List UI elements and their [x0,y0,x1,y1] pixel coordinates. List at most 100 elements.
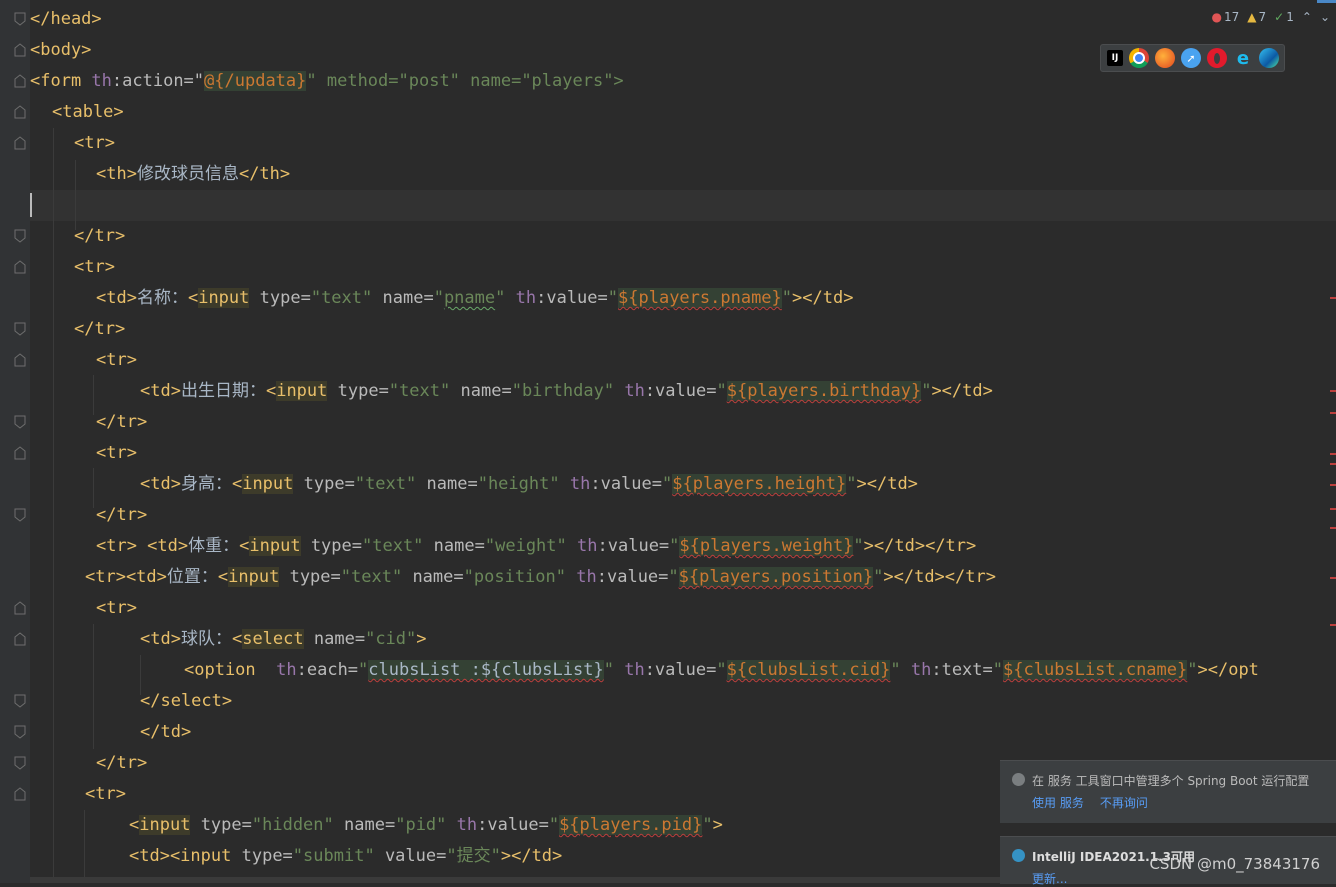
code-token: pid [405,815,437,835]
fold-icon[interactable] [14,694,26,708]
chevron-down-icon[interactable]: ⌄ [1320,10,1330,24]
internet-explorer-icon[interactable]: e [1233,48,1253,69]
code-line[interactable]: </td> [140,717,191,748]
intellij-icon[interactable]: IJ [1107,50,1123,66]
code-line[interactable]: <td>名称：<input type="text" name="pname" t… [96,283,853,314]
fold-icon[interactable] [14,136,26,150]
code-line[interactable]: <body> [30,35,91,66]
fold-icon[interactable] [14,43,26,57]
code-line[interactable]: <tr> <td>体重：<input type="text" name="wei… [96,531,976,562]
notification-spring-boot[interactable]: 在 服务 工具窗口中管理多个 Spring Boot 运行配置 使用 服务 不再询… [1000,760,1336,823]
code-token: </select> [140,691,233,711]
code-line[interactable]: <td>身高：<input type="text" name="height" … [140,469,918,500]
code-line[interactable]: <th>修改球员信息</th> [96,159,290,190]
code-line[interactable]: <table> [52,97,124,128]
chevron-up-icon[interactable]: ⌃ [1302,10,1312,24]
code-token: </th> [238,164,291,184]
code-token: <tr> [96,350,137,370]
code-token: </tr> [74,319,126,339]
code-line[interactable]: </select> [140,686,232,717]
notification-title: 在 服务 工具窗口中管理多个 Spring Boot 运行配置 [1032,774,1310,788]
code-line[interactable]: <form th:action="@{/updata}" method="pos… [30,66,624,97]
code-line[interactable]: </tr> [96,748,147,779]
weak-warnings-count[interactable]: ✓ 1 [1274,10,1294,24]
code-line[interactable]: <td>出生日期：<input type="text" name="birthd… [140,376,993,407]
code-token: ${players.pid} [559,815,703,835]
code-token: cid [375,629,407,649]
code-token: weight [495,536,557,556]
code-line[interactable]: <tr> [96,345,137,376]
code-token: <table> [52,102,124,122]
code-line[interactable]: </tr> [96,407,147,438]
fold-icon[interactable] [14,632,26,646]
code-line[interactable]: <tr> [96,593,137,624]
code-line[interactable]: <tr> [85,779,126,810]
warnings-count[interactable]: ▲ 7 [1247,10,1266,24]
firefox-icon[interactable] [1155,48,1175,68]
code-token: <tr> [74,257,115,277]
code-line[interactable]: <tr> [96,438,137,469]
fold-icon[interactable] [14,725,26,739]
opera-icon[interactable] [1207,48,1227,68]
fold-icon[interactable] [14,322,26,336]
code-token: 出生日期： [180,381,266,401]
code-token: <form [30,71,92,91]
code-token: 体重： [188,536,240,556]
code-line[interactable]: </tr> [74,221,125,252]
code-token: <body> [30,40,92,60]
code-line[interactable]: <td><input type="submit" value="提交"></td… [129,841,562,872]
code-line[interactable]: <tr> [74,252,115,283]
errors-count[interactable]: ● 17 [1212,10,1240,24]
code-line[interactable]: </tr> [74,314,125,345]
code-token: <tr> [85,784,126,804]
code-token: </td> [140,722,192,742]
code-token: 提交 [456,846,491,866]
fold-icon[interactable] [14,446,26,460]
code-token: :action=" [111,71,205,91]
fold-icon[interactable] [14,353,26,367]
code-line[interactable]: </tr> [96,500,147,531]
editor-gutter[interactable] [0,0,30,883]
code-line[interactable]: <input type="hidden" name="pid" th:value… [129,810,723,841]
code-token: ${players.weight} [679,536,854,556]
fold-icon[interactable] [14,787,26,801]
use-services-link[interactable]: 使用 服务 [1032,796,1084,810]
code-editor[interactable]: </head> <body> <form th:action="@{/updat… [30,0,1336,883]
fold-icon[interactable] [14,508,26,522]
code-token: ${players.pname} [618,288,782,308]
code-token: 修改球员信息 [136,164,239,184]
code-line[interactable]: <tr> [74,128,115,159]
fold-icon[interactable] [14,74,26,88]
code-token: <tr> [96,598,137,618]
fold-icon[interactable] [14,105,26,119]
weak-warnings-count-label: 1 [1286,10,1294,24]
code-token: birthday [521,381,604,401]
code-token: ${players.position} [678,567,874,587]
code-line[interactable]: <tr><td>位置：<input type="text" name="posi… [85,562,996,593]
horizontal-scrollbar[interactable] [30,877,1000,883]
code-token: <th> [96,164,137,184]
error-icon: ● [1211,10,1223,24]
inspection-widget[interactable]: ● 17 ▲ 7 ✓ 1 ⌃ ⌄ [1212,0,1336,28]
code-line[interactable]: <td>球队：<select name="cid"> [140,624,427,655]
fold-icon[interactable] [14,260,26,274]
fold-icon[interactable] [14,415,26,429]
info-icon [1012,773,1025,786]
edge-icon[interactable] [1259,48,1279,68]
dont-ask-again-link[interactable]: 不再询问 [1100,796,1148,810]
update-link[interactable]: 更新... [1032,872,1067,886]
safari-icon[interactable]: ➚ [1181,48,1201,68]
code-line[interactable]: </head> [30,4,102,35]
progress-indicator [1316,0,1336,3]
code-token: position [473,567,556,587]
code-token: height [487,474,550,494]
code-line[interactable]: <option th:each="clubsList :${clubsList}… [184,655,1259,686]
open-in-browser-toolbar: IJ ➚ e [1100,44,1285,72]
chrome-icon[interactable] [1129,48,1149,68]
fold-icon[interactable] [14,12,26,26]
fold-icon[interactable] [14,756,26,770]
warnings-count-label: 7 [1258,10,1267,24]
fold-icon[interactable] [14,229,26,243]
code-token: </tr> [74,226,126,246]
fold-icon[interactable] [14,601,26,615]
